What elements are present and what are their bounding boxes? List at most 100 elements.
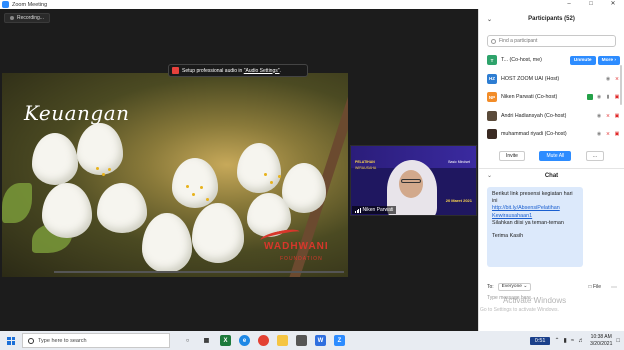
recording-label: Recording... [17,15,44,21]
recording-icon [10,16,14,20]
stamen [102,173,105,176]
audio-settings-banner[interactable]: Setup professional audio in "Audio Setti… [168,64,308,77]
video-name-tag: Niken Parwati [352,206,397,214]
word-icon[interactable]: W [315,335,326,346]
participant-name: Niken Parwati (Co-host) [501,94,558,101]
participant-row[interactable]: NP Niken Parwati (Co-host) ◉ ▮ ▣ [479,88,624,107]
maximize-button[interactable]: □ [580,0,602,9]
stamen [270,181,273,184]
participant-search[interactable] [487,35,616,47]
avatar [487,129,497,140]
unmute-button[interactable]: Unmute [569,55,596,65]
meeting-area: Recording... Keuangan WADHWANI FOUNDATIO… [0,9,478,331]
system-tray: 0:51 ⌃ ▮ ≈ ♬ 10:38 AM 3/20/2021 □ [529,331,624,350]
title-bar: Zoom Meeting – □ ✕ [0,0,624,9]
audio-banner-text: Setup professional audio in "Audio Setti… [182,67,281,74]
stamen [264,173,267,176]
more-button[interactable]: More › [597,55,620,65]
chat-more-icon[interactable]: ⋯ [611,284,617,291]
file-button[interactable]: □ File [589,284,601,290]
zoom-icon[interactable]: Z [334,335,345,346]
video-muted-icon: ▣ [614,131,620,138]
zoom-logo-icon [2,1,9,8]
wadhwani-brand-sub: FOUNDATION [280,256,323,262]
excel-icon[interactable]: X [220,335,231,346]
chrome-icon[interactable] [258,335,269,346]
flower-petal [172,158,218,208]
stamen [108,168,111,171]
stamen [96,167,99,170]
invite-button[interactable]: Invite [499,150,525,161]
edge-icon[interactable]: e [239,335,250,346]
stamen [186,185,189,188]
cortana-icon[interactable]: ○ [182,335,193,346]
close-button[interactable]: ✕ [602,0,624,9]
search-icon [28,337,34,344]
taskbar-search[interactable]: Type here to search [22,333,170,348]
participant-row[interactable]: T T... (Co-host, me) Unmute More › [479,51,624,70]
eye-icon: ◉ [596,94,602,101]
clock-time: 10:38 AM [590,334,612,340]
task-view-icon[interactable]: ▦ [201,335,212,346]
search-icon [491,38,496,44]
chevron-up-icon[interactable]: ⌃ [554,337,559,344]
chat-header: ⌄ Chat [479,169,624,183]
clock[interactable]: 10:38 AM 3/20/2021 [590,334,612,347]
chat-title: Chat [544,172,559,179]
participant-row[interactable]: HZ HOST ZOOM UAI (Host) ◉ ⨯ [479,70,624,89]
leaf-decoration [2,183,32,223]
timer-badge[interactable]: 0:51 [529,336,551,345]
flower-petal [77,123,123,175]
collapse-chevron-icon[interactable]: ⌄ [487,172,492,179]
participant-row[interactable]: muhammad riyadi (Co-host) ◉ ⨯ ▣ [479,125,624,144]
chat-message-line: Terima Kasih [492,232,524,239]
audio-settings-link[interactable]: "Audio Settings" [244,68,280,74]
wadhwani-brand: WADHWANI [264,241,329,252]
camera-date-badge: 20 Maret 2021 [445,198,472,203]
to-label: To: [487,284,494,290]
eye-icon: ◉ [605,75,611,82]
stamen [278,175,281,178]
wifi-icon[interactable]: ≈ [571,338,574,344]
mute-all-button[interactable]: Mute All [539,150,572,161]
flower-petal [237,143,281,193]
participant-row[interactable]: Andri Hadiansyah (Co-host) ◉ ⨯ ▣ [479,107,624,126]
store-icon[interactable] [296,335,307,346]
collapse-chevron-icon[interactable]: ⌄ [487,16,492,23]
flower-petal [192,203,244,263]
taskbar-apps: ○ ▦ X e W Z [182,335,345,346]
recording-indicator[interactable]: Recording... [4,13,50,23]
clock-date: 3/20/2021 [590,340,613,347]
chat-recipient-row: To: Everyone ⌄ □ File ⋯ [479,281,624,293]
stamen [192,193,195,196]
video-muted-icon: ▣ [614,112,620,119]
mic-muted-icon: ⨯ [605,131,611,138]
start-button[interactable] [4,331,18,350]
notifications-icon[interactable]: □ [616,338,620,344]
recipient-select[interactable]: Everyone ⌄ [497,283,532,291]
chat-message: Berikut link presensi kegiatan hari ini … [487,186,583,267]
participant-list: T T... (Co-host, me) Unmute More › HZ HO… [479,51,624,144]
file-explorer-icon[interactable] [277,335,288,346]
participant-face [399,170,423,198]
camera-bg-text: Basic Mindset [448,160,470,164]
volume-icon[interactable]: ♬ [578,338,584,344]
participant-search-input[interactable] [499,38,609,44]
participant-glasses [401,179,421,183]
flower-petal [97,183,147,233]
video-participant-name: Niken Parwati [362,207,394,213]
window-title: Zoom Meeting [12,1,48,8]
activate-windows-watermark: Activate Windows [503,296,567,305]
flower-petal [32,133,78,185]
minimize-button[interactable]: – [558,0,580,9]
avatar: HZ [487,73,497,84]
more-options-button[interactable]: ... [585,150,604,161]
participant-actions: Invite Mute All ... [479,150,624,162]
battery-icon[interactable]: ▮ [564,337,567,344]
video-progress-bar[interactable] [54,271,344,273]
participant-video-tile[interactable]: PELATIHAN WIRAUSAHA Basic Mindset 20 Mar… [350,145,477,216]
slide-title: Keuangan [24,101,130,125]
flower-petal [142,213,192,273]
windows-icon [7,336,15,345]
chat-message-link[interactable]: http://bit.ly/AbsensiPelatihan Kewirausah… [492,205,578,220]
